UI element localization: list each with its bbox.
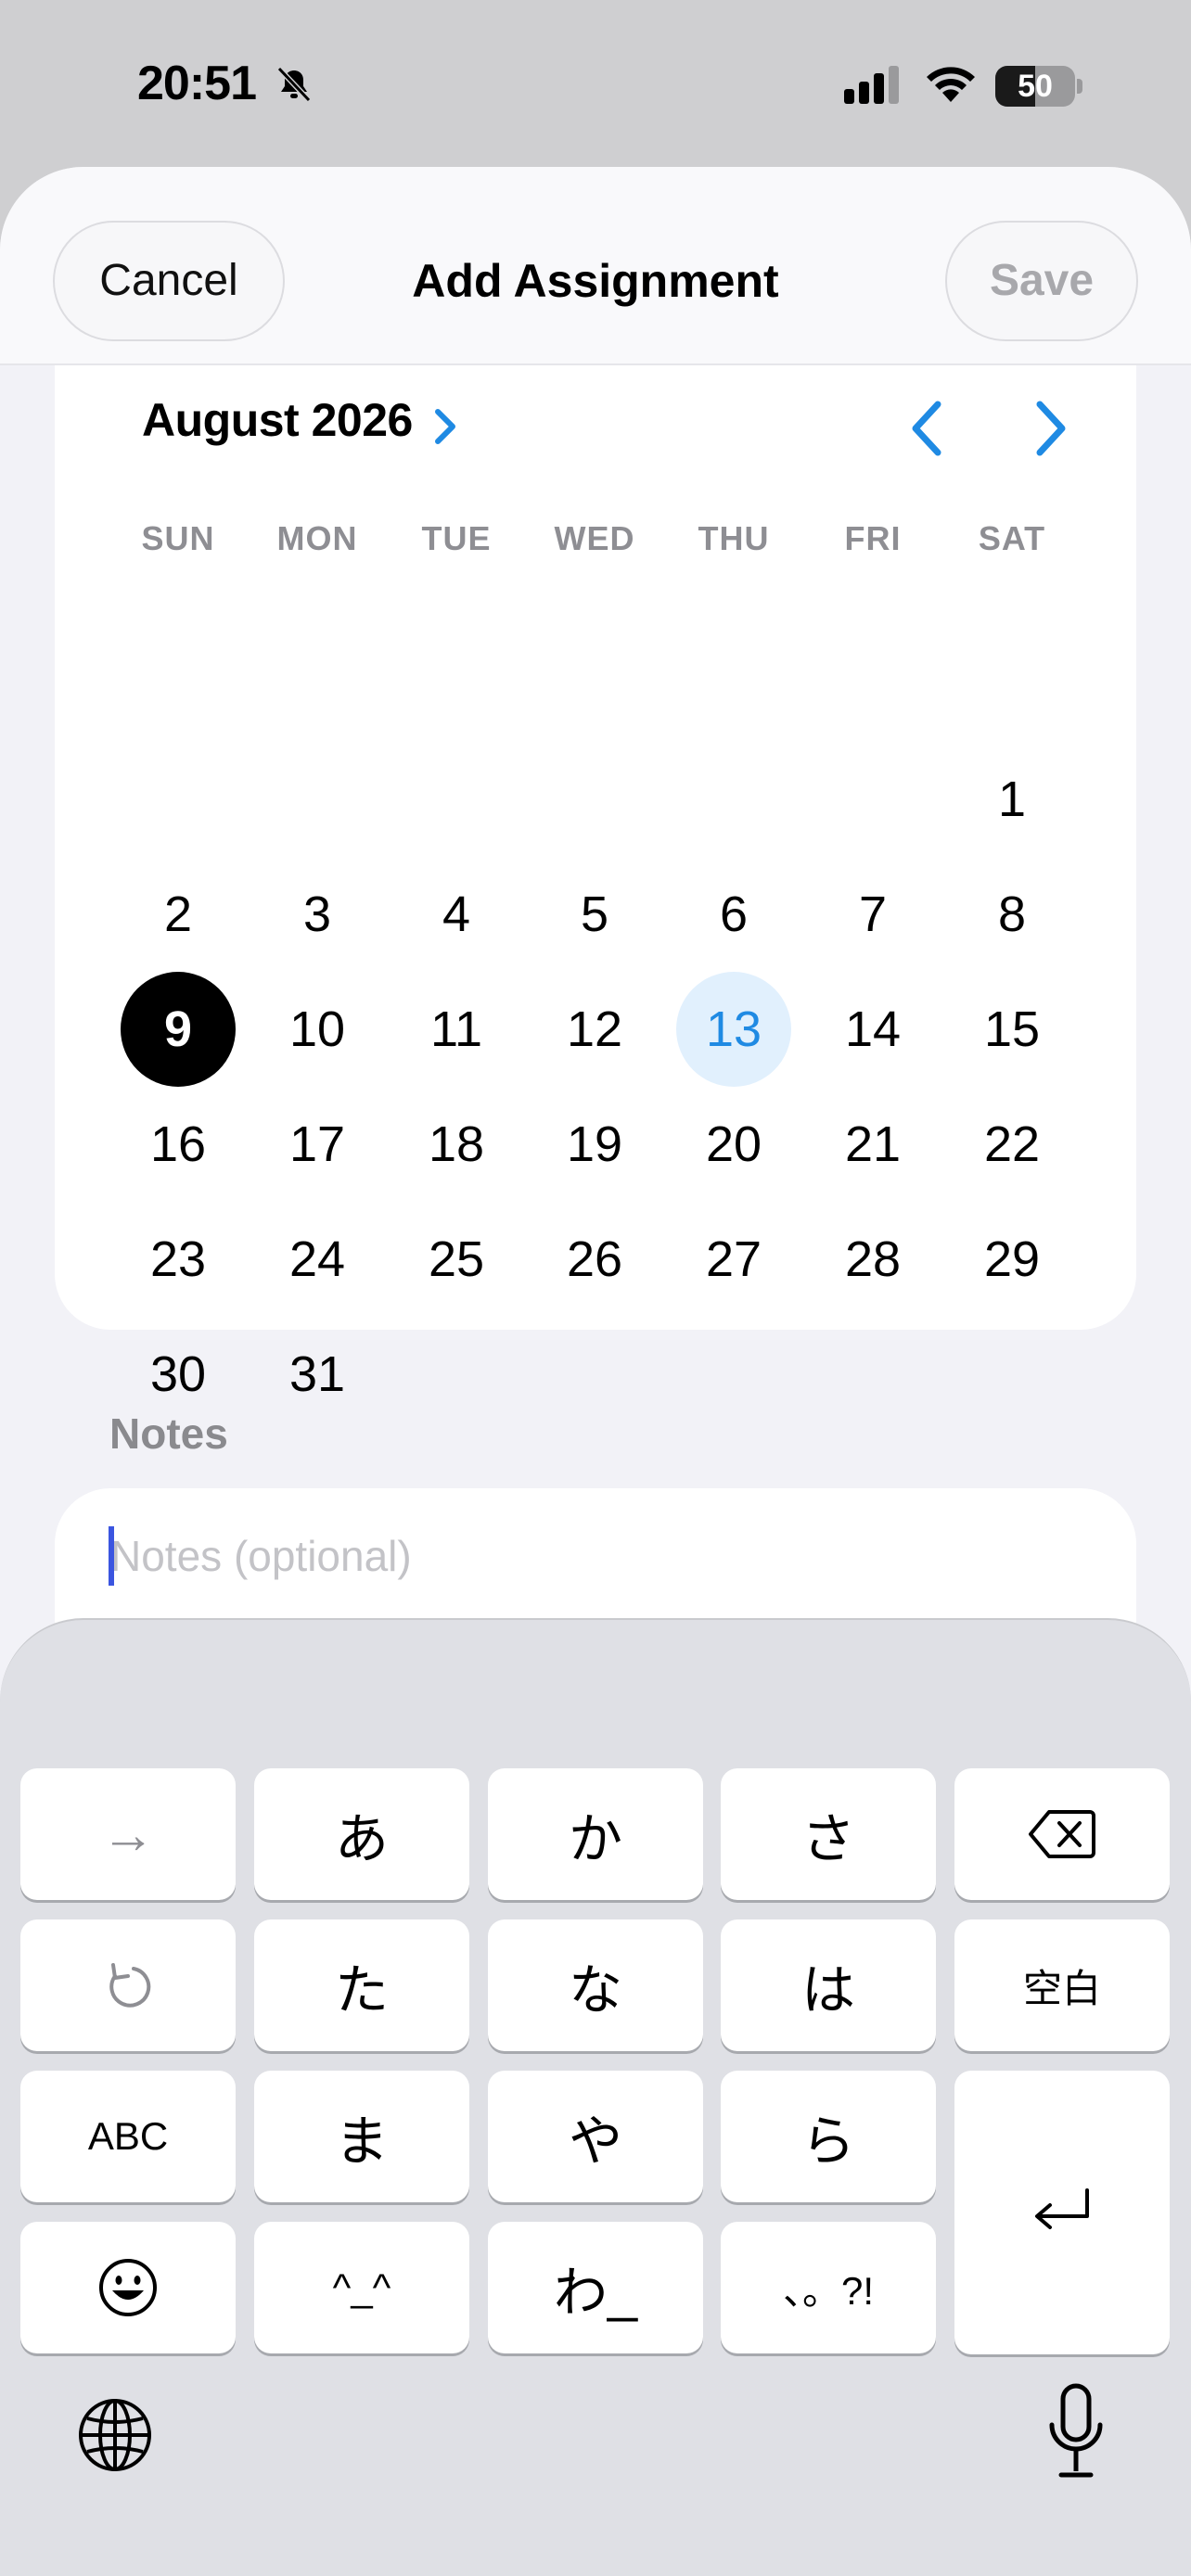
day-9[interactable]: 9	[121, 972, 236, 1087]
microphone-icon[interactable]	[1046, 2382, 1106, 2482]
status-bar: 20:51 50	[0, 0, 1191, 167]
key-sa[interactable]: さ	[721, 1768, 936, 1900]
key-undo[interactable]	[20, 1919, 236, 2051]
day-22[interactable]: 22	[954, 1087, 1069, 1202]
key-na[interactable]: な	[488, 1919, 703, 2051]
next-month-button[interactable]	[1014, 393, 1084, 464]
key-ma[interactable]: ま	[254, 2071, 469, 2202]
status-time: 20:51	[137, 57, 257, 110]
key-punctuation[interactable]: 、。?!	[721, 2222, 936, 2353]
day-18[interactable]: 18	[399, 1087, 514, 1202]
notes-placeholder: Notes (optional)	[110, 1532, 412, 1580]
battery-percent: 50	[1018, 69, 1053, 104]
key-delete[interactable]	[954, 1768, 1170, 1900]
day-21[interactable]: 21	[815, 1087, 930, 1202]
chevron-left-icon	[912, 401, 941, 456]
cellular-signal-icon	[844, 66, 899, 104]
day-2[interactable]: 2	[121, 857, 236, 972]
key-space[interactable]: 空白	[954, 1919, 1170, 2051]
key-ta[interactable]: た	[254, 1919, 469, 2051]
text-cursor	[109, 1526, 114, 1586]
key-return[interactable]	[954, 2071, 1170, 2354]
weekday-header: SUN MON TUE WED THU FRI SAT	[55, 519, 1136, 566]
key-ya[interactable]: や	[488, 2071, 703, 2202]
day-31[interactable]: 31	[260, 1317, 375, 1432]
day-8[interactable]: 8	[954, 857, 1069, 972]
key-kaomoji[interactable]: ^_^	[254, 2222, 469, 2353]
key-ra[interactable]: ら	[721, 2071, 936, 2202]
calendar-card: August 2026 SUN MON TUE WED THU FRI SAT 123456…	[55, 365, 1136, 1402]
day-15[interactable]: 15	[954, 972, 1069, 1087]
day-17[interactable]: 17	[260, 1087, 375, 1202]
day-12[interactable]: 12	[537, 972, 652, 1087]
delete-icon	[1029, 1810, 1095, 1858]
weekday-fri: FRI	[844, 519, 902, 557]
key-a[interactable]: あ	[254, 1768, 469, 1900]
undo-icon	[109, 1963, 151, 2008]
day-14[interactable]: 14	[815, 972, 930, 1087]
weekday-mon: MON	[276, 519, 358, 557]
day-23[interactable]: 23	[121, 1202, 236, 1317]
month-picker-button[interactable]: August 2026	[142, 393, 413, 447]
day-20[interactable]: 20	[676, 1087, 791, 1202]
previous-month-button[interactable]	[893, 393, 964, 464]
day-6[interactable]: 6	[676, 857, 791, 972]
chevron-right-icon	[1036, 401, 1066, 456]
day-16[interactable]: 16	[121, 1087, 236, 1202]
day-13[interactable]: 13	[676, 972, 791, 1087]
globe-icon[interactable]	[76, 2396, 154, 2474]
weekday-sun: SUN	[141, 519, 215, 557]
return-icon	[1035, 2188, 1089, 2229]
day-5[interactable]: 5	[537, 857, 652, 972]
weekday-sat: SAT	[978, 519, 1046, 557]
key-wa[interactable]: わ_	[488, 2222, 703, 2353]
bell-slash-icon	[276, 66, 312, 103]
key-ka[interactable]: か	[488, 1768, 703, 1900]
notes-label: Notes	[109, 1409, 228, 1458]
chevron-right-icon[interactable]	[431, 406, 459, 447]
day-11[interactable]: 11	[399, 972, 514, 1087]
day-19[interactable]: 19	[537, 1087, 652, 1202]
day-3[interactable]: 3	[260, 857, 375, 972]
day-1[interactable]: 1	[954, 742, 1069, 857]
weekday-wed: WED	[554, 519, 635, 557]
key-next-arrow[interactable]: →	[20, 1768, 236, 1900]
emoji-icon	[99, 2259, 157, 2316]
weekday-tue: TUE	[421, 519, 492, 557]
weekday-thu: THU	[698, 519, 770, 557]
day-24[interactable]: 24	[260, 1202, 375, 1317]
keyboard: → あ か さ た な は 空白 ABC ま や ら ^_^ わ_ 、。?!	[0, 1618, 1191, 2576]
key-emoji[interactable]	[20, 2222, 236, 2353]
day-28[interactable]: 28	[815, 1202, 930, 1317]
battery-icon: 50	[995, 66, 1082, 107]
wifi-icon	[927, 67, 975, 102]
day-26[interactable]: 26	[537, 1202, 652, 1317]
nav-bar: Cancel Add Assignment Save	[0, 167, 1191, 365]
day-27[interactable]: 27	[676, 1202, 791, 1317]
day-10[interactable]: 10	[260, 972, 375, 1087]
day-7[interactable]: 7	[815, 857, 930, 972]
day-25[interactable]: 25	[399, 1202, 514, 1317]
day-4[interactable]: 4	[399, 857, 514, 972]
save-button[interactable]: Save	[945, 221, 1138, 341]
key-ha[interactable]: は	[721, 1919, 936, 2051]
key-abc[interactable]: ABC	[20, 2071, 236, 2202]
day-29[interactable]: 29	[954, 1202, 1069, 1317]
